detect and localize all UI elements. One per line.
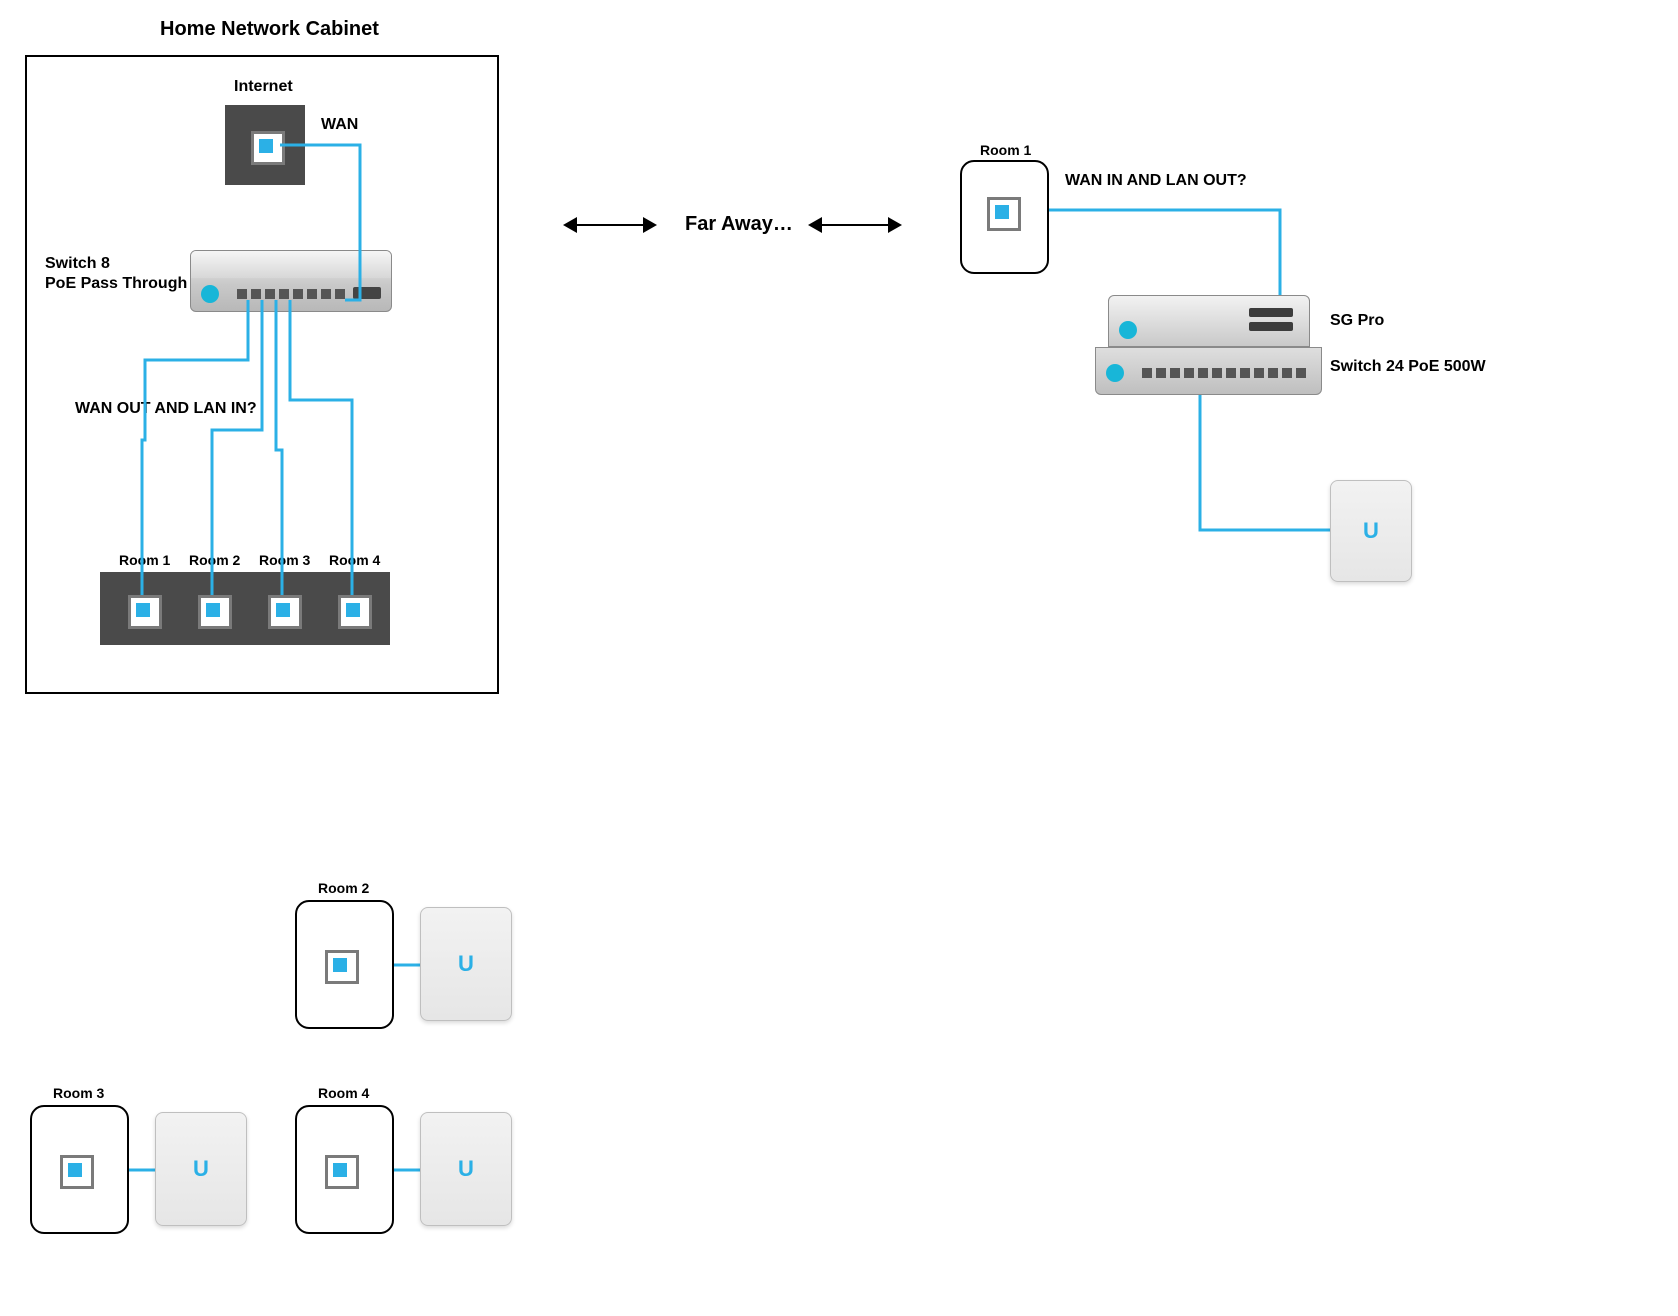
sg-pro-label: SG Pro	[1330, 312, 1384, 330]
switch8-label-1: Switch 8	[45, 255, 110, 273]
sg-pro-device	[1108, 295, 1310, 347]
patch-label-2: Room 2	[189, 552, 240, 568]
patch-label-4: Room 4	[329, 552, 380, 568]
internet-label: Internet	[234, 78, 293, 96]
arrow-left-icon	[565, 224, 655, 226]
cabinet-question: WAN OUT AND LAN IN?	[75, 400, 257, 418]
room4-jack-icon	[325, 1155, 359, 1189]
remote-question: WAN IN AND LAN OUT?	[1065, 172, 1247, 190]
ubiquiti-logo-icon: U	[458, 951, 474, 977]
switch24-device	[1095, 347, 1322, 395]
patch-jack-4-icon	[338, 595, 372, 629]
patch-label-1: Room 1	[119, 552, 170, 568]
remote-jack-icon	[987, 197, 1021, 231]
remote-ap: U	[1330, 480, 1412, 582]
ubiquiti-logo-icon: U	[458, 1156, 474, 1182]
room3-jack-icon	[60, 1155, 94, 1189]
remote-room-label: Room 1	[980, 142, 1031, 158]
room2-jack-icon	[325, 950, 359, 984]
patch-jack-3-icon	[268, 595, 302, 629]
room4-label: Room 4	[318, 1085, 369, 1101]
patch-label-3: Room 3	[259, 552, 310, 568]
diagram-canvas: Home Network Cabinet Internet WAN Switch…	[0, 0, 1678, 1316]
room3-label: Room 3	[53, 1085, 104, 1101]
switch8-label-2: PoE Pass Through	[45, 275, 187, 293]
patch-jack-2-icon	[198, 595, 232, 629]
switch8-device	[190, 250, 392, 312]
room2-label: Room 2	[318, 880, 369, 896]
room3-ap: U	[155, 1112, 247, 1226]
far-away-label: Far Away…	[685, 213, 793, 236]
cabinet-title: Home Network Cabinet	[160, 18, 379, 41]
patch-jack-1-icon	[128, 595, 162, 629]
wan-label: WAN	[321, 116, 358, 134]
wan-jack-icon	[251, 131, 285, 165]
switch24-label: Switch 24 PoE 500W	[1330, 358, 1486, 376]
room4-ap: U	[420, 1112, 512, 1226]
ubiquiti-logo-icon: U	[1363, 518, 1379, 544]
room2-ap: U	[420, 907, 512, 1021]
ubiquiti-logo-icon: U	[193, 1156, 209, 1182]
arrow-right-icon	[810, 224, 900, 226]
